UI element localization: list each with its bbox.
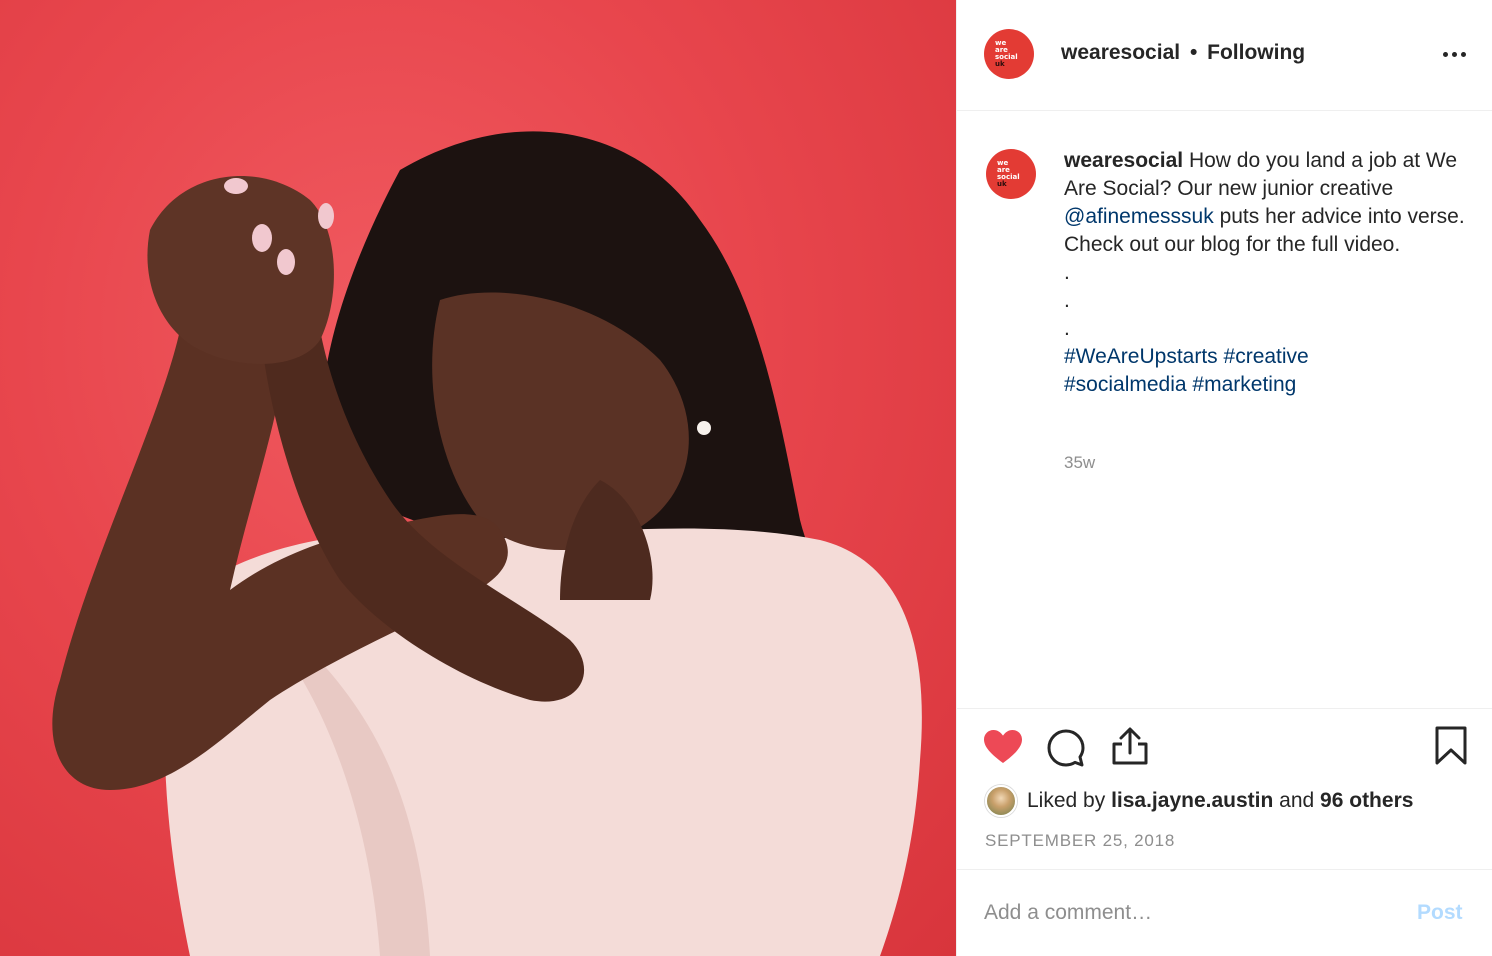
follow-separator: • xyxy=(1189,41,1198,64)
following-button[interactable]: Following xyxy=(1207,41,1305,64)
caption-timestamp[interactable]: 35w xyxy=(1064,453,1095,473)
heart-icon xyxy=(984,730,1022,763)
liker-avatar[interactable] xyxy=(985,785,1017,817)
more-options-button[interactable] xyxy=(1437,40,1471,68)
more-dot-icon xyxy=(1460,51,1466,57)
avatar-text-uk: uk xyxy=(995,60,1005,68)
share-button[interactable] xyxy=(1111,726,1149,766)
liked-and: and xyxy=(1279,789,1315,812)
action-section: Liked by lisa.jayne.austin and 96 others… xyxy=(957,708,1492,869)
caption-dot: . xyxy=(1064,317,1070,340)
post-comment-button[interactable]: Post xyxy=(1417,901,1463,925)
hashtag-link[interactable]: #WeAreUpstarts xyxy=(1064,345,1218,368)
likes-count-link[interactable]: 96 others xyxy=(1320,789,1413,813)
hashtag-link[interactable]: #marketing xyxy=(1192,373,1296,396)
more-dot-icon xyxy=(1451,51,1457,57)
hashtag-link[interactable]: #socialmedia xyxy=(1064,373,1187,396)
liker-username[interactable]: lisa.jayne.austin xyxy=(1111,789,1273,813)
comment-icon xyxy=(1047,729,1085,767)
comment-button[interactable] xyxy=(1047,729,1085,767)
caption-text: wearesocial How do you land a job at We … xyxy=(1064,147,1474,399)
post-header: we are social uk wearesocial • Following xyxy=(957,0,1492,111)
more-dot-icon xyxy=(1442,51,1448,57)
account-avatar[interactable]: we are social uk xyxy=(984,29,1034,79)
bookmark-icon xyxy=(1435,726,1467,765)
like-button[interactable] xyxy=(983,729,1023,765)
caption-username[interactable]: wearesocial xyxy=(1064,149,1183,172)
avatar-text-uk: uk xyxy=(997,180,1007,188)
comment-input[interactable] xyxy=(984,898,1384,928)
save-button[interactable] xyxy=(1435,726,1467,766)
share-icon xyxy=(1112,727,1148,765)
likes-summary: Liked by lisa.jayne.austin and 96 others xyxy=(985,785,1413,817)
caption-section: we are social uk wearesocial How do you … xyxy=(957,111,1492,708)
post-media[interactable] xyxy=(0,0,956,956)
caption-mention-link[interactable]: @afinemesssuk xyxy=(1064,205,1214,228)
header-user-line: wearesocial • Following xyxy=(1061,41,1305,65)
liked-by-prefix: Liked by xyxy=(1027,789,1106,812)
caption-avatar[interactable]: we are social uk xyxy=(986,149,1036,199)
post-details-panel: we are social uk wearesocial • Following… xyxy=(956,0,1492,956)
caption-dot: . xyxy=(1064,261,1070,284)
comment-form: Post xyxy=(957,869,1492,956)
hashtag-link[interactable]: #creative xyxy=(1224,345,1309,368)
caption-dot: . xyxy=(1064,289,1070,312)
header-username[interactable]: wearesocial xyxy=(1061,41,1180,64)
post-photo xyxy=(52,131,922,956)
post-date[interactable]: SEPTEMBER 25, 2018 xyxy=(985,831,1175,851)
